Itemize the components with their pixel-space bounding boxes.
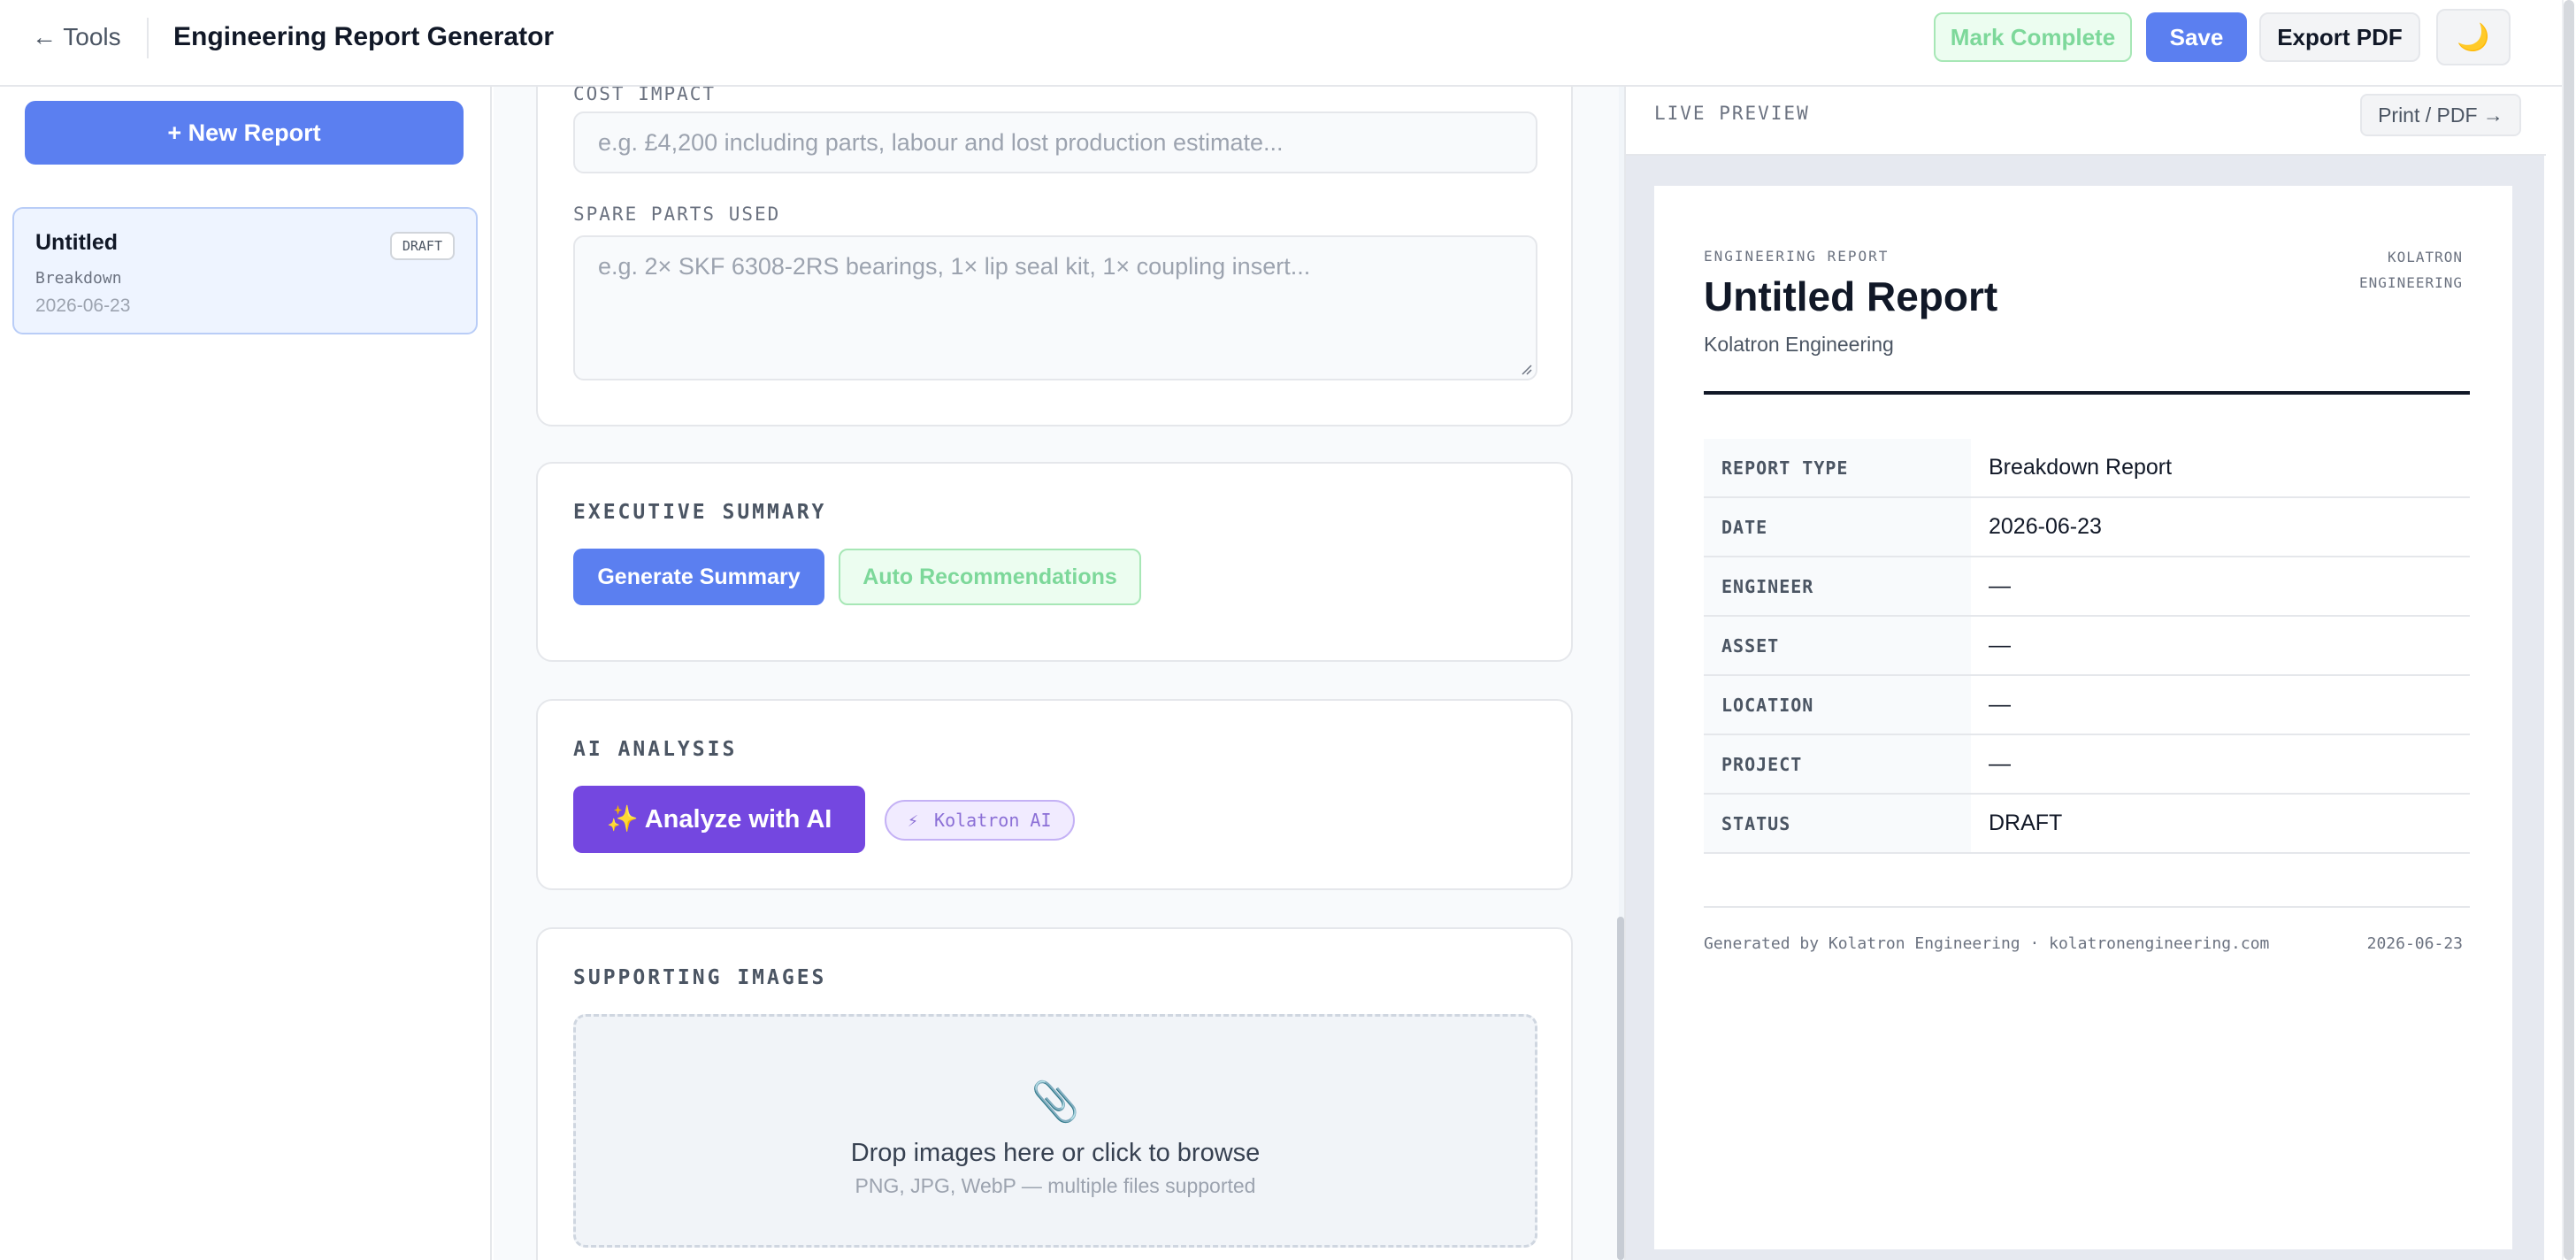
meta-key: LOCATION [1704, 676, 1971, 734]
meta-value: — [1989, 751, 2011, 776]
lightning-icon: ⚡ [908, 810, 919, 831]
table-row: REPORT TYPE Breakdown Report [1704, 439, 2470, 498]
meta-key: ENGINEER [1704, 557, 1971, 615]
meta-value: DRAFT [1989, 811, 2063, 835]
ai-analysis-title: AI ANALYSIS [573, 738, 738, 761]
table-row: PROJECT — [1704, 735, 2470, 795]
meta-value: — [1989, 692, 2011, 717]
report-item-title: Untitled [35, 230, 119, 255]
export-pdf-button[interactable]: Export PDF [2259, 12, 2420, 62]
dropzone-hint: PNG, JPG, WebP — multiple files supporte… [855, 1174, 1256, 1197]
paperclip-icon: 📎 [1031, 1080, 1080, 1124]
live-preview-label: LIVE PREVIEW [1654, 103, 1810, 124]
table-row: STATUS DRAFT [1704, 795, 2470, 854]
kolatron-ai-label: Kolatron AI [934, 810, 1052, 831]
cost-details-card: COST IMPACT e.g. £4,200 including parts,… [536, 87, 1573, 426]
dropzone-instruction: Drop images here or click to browse [850, 1139, 1261, 1167]
doc-footer-rule [1704, 906, 2470, 908]
doc-footer-date: 2026-06-23 [2366, 934, 2463, 953]
report-item-type: Breakdown [35, 269, 122, 288]
form-scrollbar-thumb[interactable] [1617, 917, 1624, 1260]
mark-complete-button[interactable]: Mark Complete [1934, 12, 2132, 62]
generate-summary-button[interactable]: Generate Summary [573, 549, 824, 605]
supporting-images-card: SUPPORTING IMAGES 📎 Drop images here or … [536, 927, 1573, 1260]
report-meta-table: REPORT TYPE Breakdown Report DATE 2026-0… [1704, 439, 2470, 854]
header-divider [147, 18, 149, 58]
moon-icon: 🌙 [2457, 22, 2490, 52]
spare-parts-label: SPARE PARTS USED [573, 204, 781, 225]
meta-key: DATE [1704, 498, 1971, 556]
top-header: ← Tools Engineering Report Generator Mar… [0, 0, 2562, 87]
doc-subtitle: Kolatron Engineering [1704, 333, 1894, 356]
new-report-button[interactable]: + New Report [25, 101, 464, 165]
cost-impact-label: COST IMPACT [573, 87, 717, 104]
executive-summary-title: EXECUTIVE SUMMARY [573, 501, 827, 524]
theme-toggle-button[interactable]: 🌙 [2436, 9, 2511, 65]
report-form-area: COST IMPACT e.g. £4,200 including parts,… [494, 87, 1622, 1260]
cost-impact-input[interactable]: e.g. £4,200 including parts, labour and … [573, 111, 1537, 173]
doc-footer-text: Generated by Kolatron Engineering · kola… [1704, 934, 2270, 953]
print-pdf-button[interactable]: Print / PDF → [2360, 94, 2521, 136]
page-scrollbar-thumb[interactable] [2564, 0, 2574, 1260]
preview-toolbar: LIVE PREVIEW Print / PDF → [1626, 87, 2546, 156]
kolatron-ai-badge: ⚡ Kolatron AI [885, 800, 1075, 841]
meta-value: — [1989, 573, 2011, 598]
doc-title: Untitled Report [1704, 273, 1998, 319]
meta-key: REPORT TYPE [1704, 439, 1971, 496]
app-title: Engineering Report Generator [173, 22, 555, 51]
meta-value: 2026-06-23 [1989, 514, 2102, 539]
save-button[interactable]: Save [2146, 12, 2247, 62]
auto-recommendations-button[interactable]: Auto Recommendations [839, 549, 1141, 605]
meta-value: Breakdown Report [1989, 455, 2173, 480]
ai-analysis-card: AI ANALYSIS ✨ Analyze with AI ⚡ Kolatron… [536, 699, 1573, 890]
doc-title-rule [1704, 391, 2470, 395]
executive-summary-card: EXECUTIVE SUMMARY Generate Summary Auto … [536, 462, 1573, 662]
report-sidebar: + New Report Untitled DRAFT Breakdown 20… [0, 87, 492, 1260]
report-list-item[interactable]: Untitled DRAFT Breakdown 2026-06-23 [12, 207, 478, 334]
table-row: ASSET — [1704, 617, 2470, 676]
report-status-badge: DRAFT [389, 232, 455, 260]
report-document: ENGINEERING REPORT KOLATRON ENGINEERING … [1654, 186, 2512, 1249]
doc-brand-line1: KOLATRON [2387, 249, 2463, 265]
meta-key: PROJECT [1704, 735, 1971, 793]
spare-parts-textarea[interactable]: e.g. 2× SKF 6308-2RS bearings, 1× lip se… [573, 235, 1537, 380]
back-to-tools-link[interactable]: ← Tools [32, 21, 121, 53]
spare-parts-placeholder: e.g. 2× SKF 6308-2RS bearings, 1× lip se… [598, 253, 1311, 280]
table-row: ENGINEER — [1704, 557, 2470, 617]
doc-kicker: ENGINEERING REPORT [1704, 248, 1890, 265]
doc-brand: KOLATRON ENGINEERING [2286, 244, 2463, 296]
supporting-images-title: SUPPORTING IMAGES [573, 966, 827, 989]
meta-key: ASSET [1704, 617, 1971, 674]
doc-brand-line2: ENGINEERING [2359, 274, 2463, 291]
table-row: LOCATION — [1704, 676, 2470, 735]
analyze-with-ai-button[interactable]: ✨ Analyze with AI [573, 786, 865, 853]
report-item-date: 2026-06-23 [35, 296, 131, 316]
meta-value: — [1989, 633, 2011, 657]
image-dropzone[interactable]: 📎 Drop images here or click to browse PN… [573, 1014, 1537, 1248]
meta-key: STATUS [1704, 795, 1971, 852]
resize-grip-icon[interactable] [1518, 361, 1532, 375]
live-preview-panel: LIVE PREVIEW Print / PDF → ENGINEERING R… [1624, 87, 2546, 1260]
table-row: DATE 2026-06-23 [1704, 498, 2470, 557]
